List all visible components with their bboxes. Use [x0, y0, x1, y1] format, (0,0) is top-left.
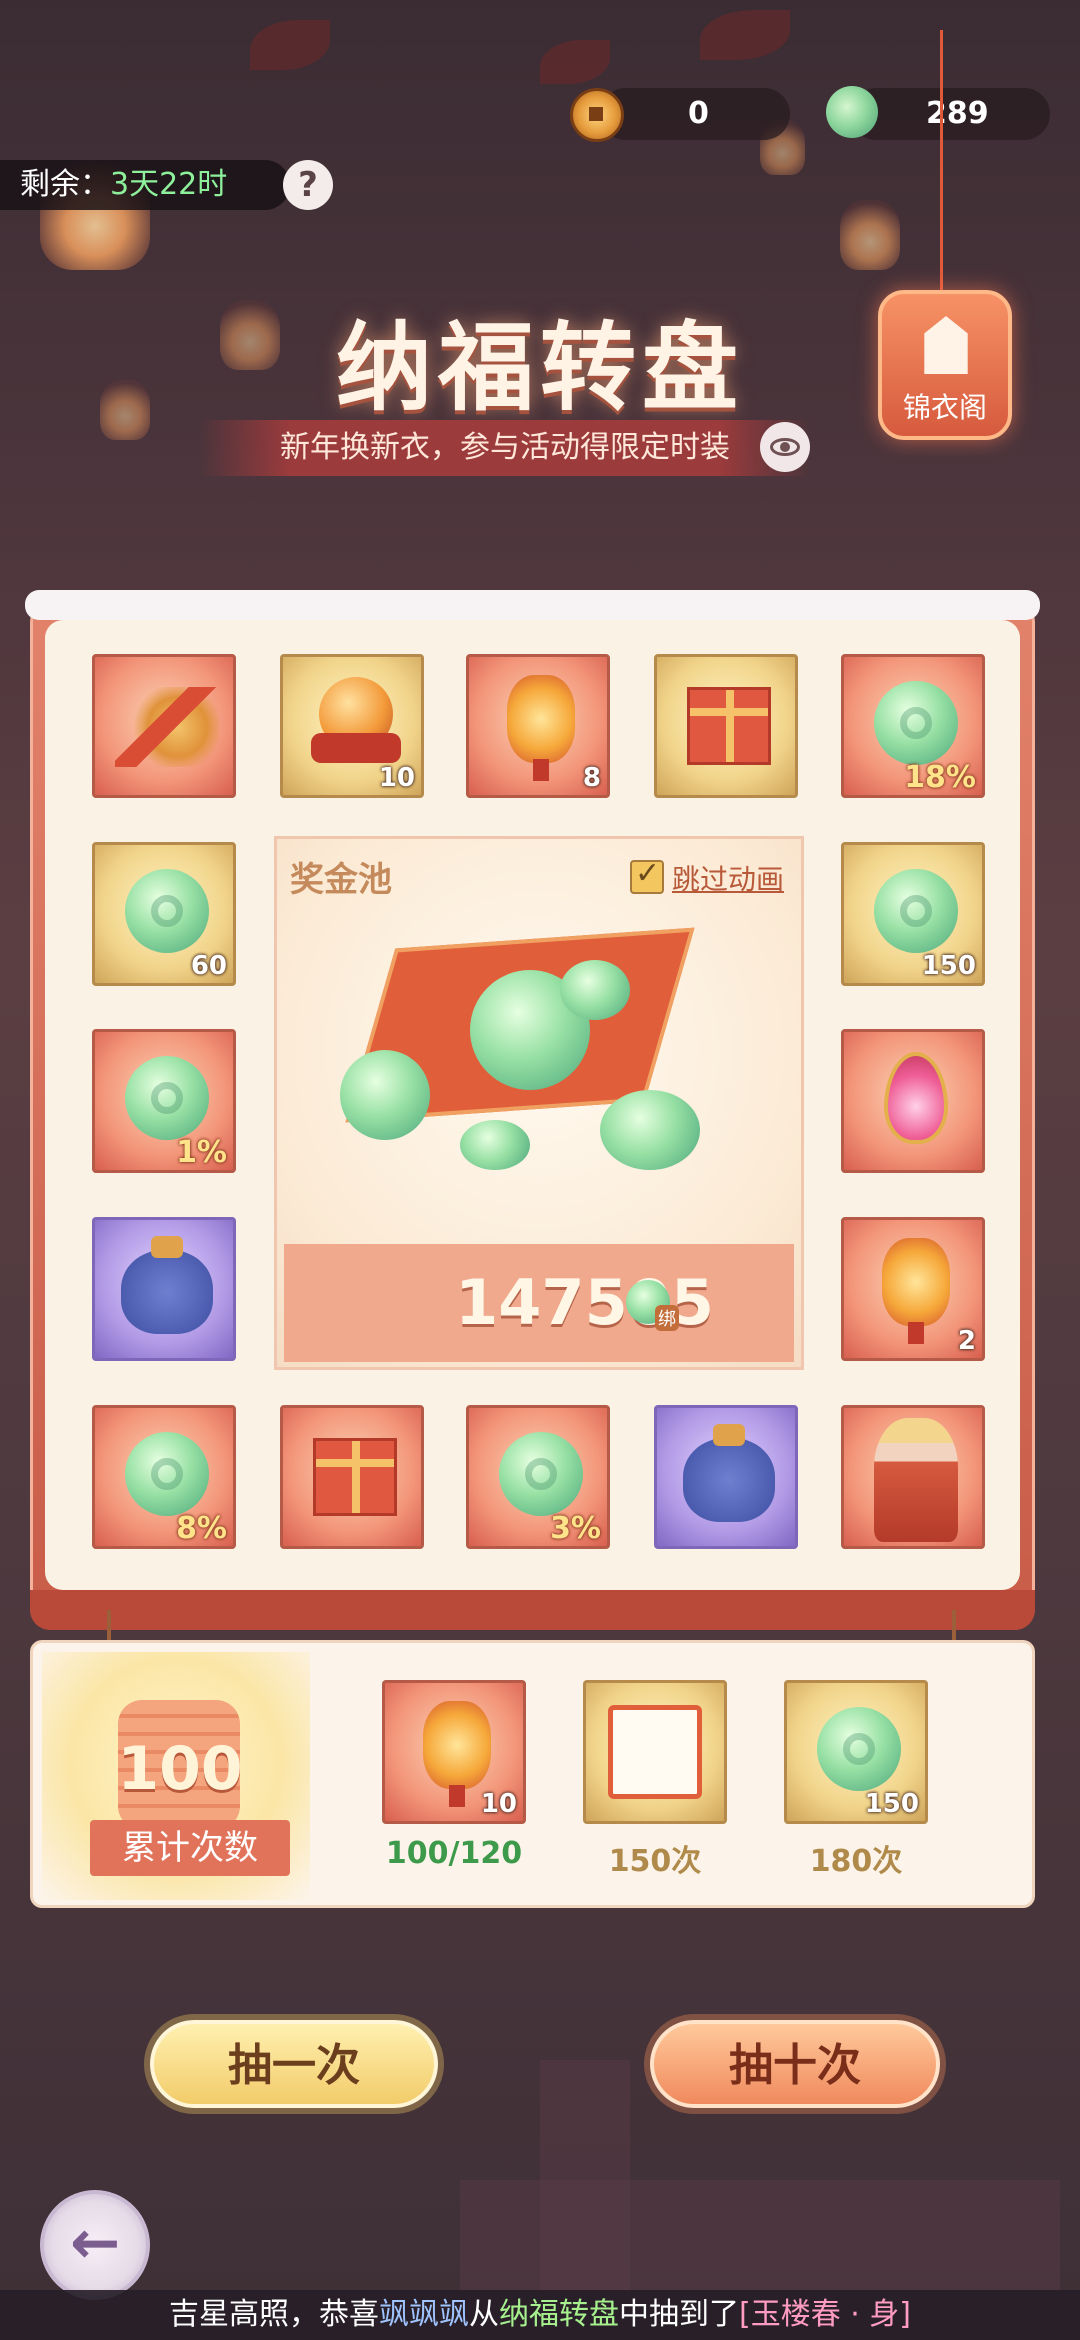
petal-gem-icon	[884, 1052, 948, 1144]
skip-animation-label[interactable]: 跳过动画	[672, 858, 784, 898]
item-quantity: 10	[378, 763, 415, 793]
lucky-bag-icon	[121, 1236, 213, 1334]
grid-item-hero-costume[interactable]	[841, 1405, 985, 1549]
jade-icon	[874, 869, 958, 953]
milestone-label: 180次	[809, 1844, 903, 1879]
grid-item-fire-orb[interactable]: 10	[280, 654, 424, 798]
grid-item-jade-percent[interactable]: 18%	[841, 654, 985, 798]
cumulative-count-label: 累计次数	[122, 1828, 258, 1868]
grid-item-petal-gem[interactable]	[841, 1029, 985, 1173]
item-percent: 8%	[176, 1511, 227, 1546]
leaf-decoration	[700, 10, 790, 60]
pagoda-silhouette	[460, 2180, 1060, 2290]
item-quantity: 150	[864, 1789, 919, 1819]
grid-item-lantern[interactable]: 8	[466, 654, 610, 798]
bound-tag: 绑	[655, 1305, 679, 1331]
gift-box-icon	[687, 687, 771, 765]
ticker-suffix: 中抽到了	[618, 2297, 739, 2332]
grid-item-jade[interactable]: 60	[92, 842, 236, 986]
jade-pile-icon	[460, 1120, 530, 1170]
bg-lantern	[840, 200, 900, 270]
jade-pile-icon	[560, 960, 630, 1020]
help-button[interactable]: ?	[283, 160, 333, 210]
grid-item-gift-box[interactable]	[654, 654, 798, 798]
grid-item-jade-percent[interactable]: 8%	[92, 1405, 236, 1549]
draw-once-button[interactable]: 抽一次	[150, 2020, 438, 2108]
grid-item-jade[interactable]: 150	[841, 842, 985, 986]
jade-icon	[125, 1432, 209, 1516]
item-percent: 18%	[904, 760, 976, 795]
hanging-string	[940, 30, 943, 300]
item-quantity: 150	[921, 951, 976, 981]
eye-icon[interactable]	[760, 422, 810, 472]
jade-icon	[499, 1432, 583, 1516]
jade-icon	[125, 869, 209, 953]
ticker-prize: [玉楼春 · 身]	[738, 2297, 912, 2332]
jade-currency-icon	[826, 86, 878, 138]
timer-label: 剩余：	[20, 167, 110, 202]
back-button[interactable]	[40, 2190, 150, 2300]
grid-item-weapon[interactable]	[92, 654, 236, 798]
gift-box-icon	[313, 1438, 397, 1516]
lantern-icon	[882, 1238, 950, 1344]
pavilion-icon	[924, 316, 968, 374]
announcement-text: 吉星高照，恭喜飒飒飒从纳福转盘中抽到了[玉楼春 · 身]	[0, 2290, 1080, 2340]
cumulative-count: 100	[117, 1734, 243, 1804]
item-percent: 3%	[550, 1511, 601, 1546]
grid-item-lucky-bag[interactable]	[654, 1405, 798, 1549]
lantern-icon	[507, 675, 575, 781]
jade-pile-icon	[340, 1050, 430, 1140]
milestone-label: 100/120	[385, 1836, 523, 1871]
lucky-bag-icon	[683, 1424, 775, 1522]
ticker-player: 飒飒飒	[378, 2297, 469, 2332]
leaf-decoration	[540, 40, 610, 84]
jade-icon	[817, 1707, 901, 1791]
item-quantity: 2	[957, 1326, 976, 1356]
event-subtitle: 新年换新衣，参与活动得限定时装	[280, 430, 730, 465]
prize-pool-label: 奖金池	[290, 860, 392, 900]
board-foot	[30, 1590, 1035, 1630]
milestone-label: 150次	[608, 1844, 702, 1879]
draw-ten-button[interactable]: 抽十次	[650, 2020, 940, 2108]
jade-icon	[874, 681, 958, 765]
grid-item-gift-box[interactable]	[280, 1405, 424, 1549]
leaf-decoration	[250, 20, 330, 70]
fire-orb-icon	[311, 677, 401, 763]
coin-amount: 0	[688, 96, 709, 131]
skip-animation-checkbox[interactable]	[630, 856, 664, 894]
coin-icon	[570, 88, 624, 142]
hero-costume-icon	[874, 1418, 958, 1542]
board-snow-cap	[25, 590, 1040, 620]
milestone-reward-frame[interactable]	[583, 1680, 727, 1824]
item-quantity: 8	[582, 763, 601, 793]
ticker-middle: 从	[468, 2297, 499, 2332]
weapon-icon	[115, 687, 219, 767]
lantern-icon	[423, 1701, 491, 1807]
grid-item-jade-percent[interactable]: 1%	[92, 1029, 236, 1173]
frame-icon	[608, 1705, 702, 1799]
grid-item-jade-percent[interactable]: 3%	[466, 1405, 610, 1549]
ticker-event: 纳福转盘	[498, 2297, 619, 2332]
jade-pile-icon	[600, 1090, 700, 1170]
grid-item-lucky-bag[interactable]	[92, 1217, 236, 1361]
jade-amount: 289	[926, 96, 989, 131]
wardrobe-button[interactable]: 锦衣阁	[878, 290, 1012, 440]
jade-icon	[125, 1056, 209, 1140]
milestone-reward-lantern[interactable]: 10	[382, 1680, 526, 1824]
wardrobe-label: 锦衣阁	[902, 391, 987, 424]
timer-value: 3天22时	[110, 167, 228, 202]
item-quantity: 10	[480, 1789, 517, 1819]
grid-item-lantern[interactable]: 2	[841, 1217, 985, 1361]
item-quantity: 60	[190, 951, 227, 981]
remaining-timer: 剩余：3天22时	[0, 160, 290, 210]
item-percent: 1%	[176, 1135, 227, 1170]
ticker-prefix: 吉星高照，恭喜	[168, 2297, 379, 2332]
milestone-reward-jade[interactable]: 150	[784, 1680, 928, 1824]
